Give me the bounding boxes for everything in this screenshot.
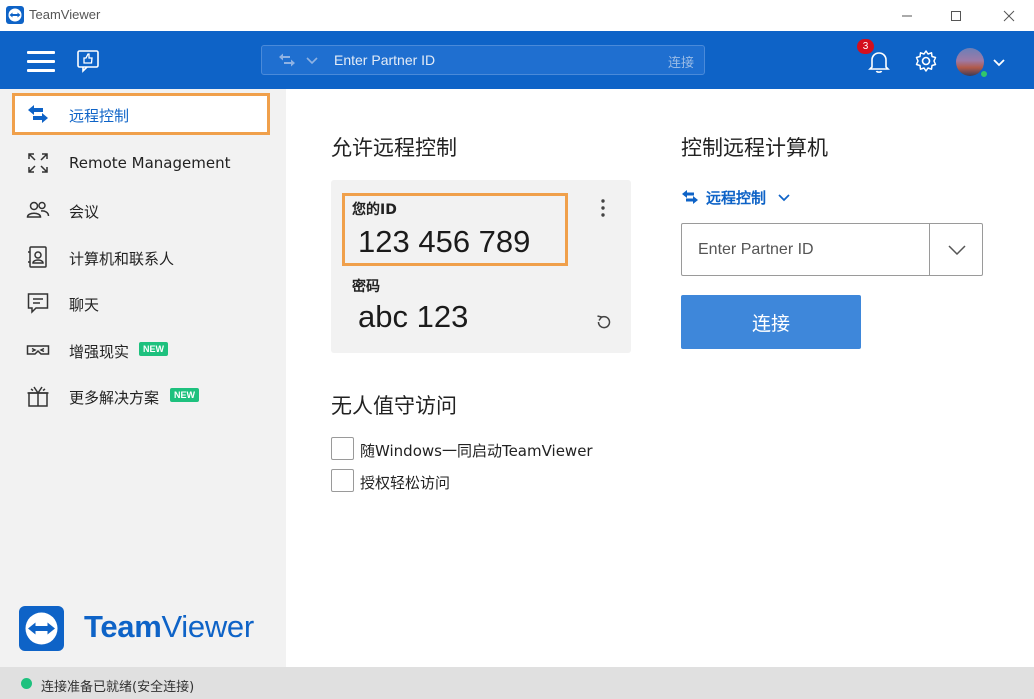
arrows-exchange-icon[interactable]	[278, 53, 296, 67]
sidebar-item-label: 计算机和联系人	[69, 250, 175, 268]
chat-icon	[27, 293, 49, 314]
title-bar: TeamViewer	[0, 0, 1034, 31]
online-status-icon	[979, 69, 989, 79]
sidebar-item-remote-control[interactable]: 远程控制	[12, 93, 270, 135]
sidebar-item-label: 增强现实	[69, 343, 130, 361]
allow-remote-title: 允许远程控制	[331, 136, 457, 160]
teamviewer-logo-icon	[6, 6, 24, 24]
search-connect-button[interactable]: 连接	[668, 52, 694, 71]
chevron-down-icon[interactable]	[948, 244, 966, 256]
status-indicator-icon	[21, 678, 32, 689]
sidebar-item-label: Remote Management	[69, 154, 231, 172]
control-remote-title: 控制远程计算机	[681, 136, 828, 160]
chevron-down-icon[interactable]	[993, 57, 1005, 67]
new-badge: NEW	[170, 388, 199, 402]
teamviewer-logo-icon	[19, 606, 64, 651]
partner-id-search: 连接	[261, 45, 705, 75]
close-button[interactable]	[986, 0, 1032, 31]
gift-icon	[27, 386, 49, 407]
chevron-down-icon	[778, 194, 790, 202]
contact-card-icon	[28, 246, 47, 268]
more-options-icon[interactable]	[596, 198, 610, 218]
maximize-icon	[951, 10, 961, 21]
start-with-windows-option[interactable]: 随Windows一同启动TeamViewer	[331, 437, 631, 461]
partner-id-input[interactable]	[698, 224, 928, 275]
minimize-icon	[902, 15, 912, 16]
unattended-access-title: 无人值守访问	[331, 394, 457, 418]
arrows-exchange-icon	[682, 190, 698, 204]
app-header: 连接 3	[0, 31, 1034, 89]
close-icon	[1003, 10, 1015, 21]
window-title: TeamViewer	[29, 7, 101, 22]
divider	[929, 224, 930, 275]
sidebar-item-remote-management[interactable]: Remote Management	[12, 142, 270, 184]
people-icon	[26, 201, 50, 218]
start-with-windows-checkbox[interactable]	[331, 437, 354, 460]
sidebar-item-chat[interactable]: 聊天	[12, 282, 270, 324]
sidebar: 远程控制 Remote Management 会议 计算机和联系人 聊天 增强现…	[0, 89, 286, 667]
bell-icon[interactable]	[868, 50, 890, 74]
sidebar-item-label: 聊天	[69, 296, 100, 314]
ar-glasses-icon	[26, 345, 50, 355]
connect-button[interactable]: 连接	[681, 295, 861, 349]
your-id-value: 123 456 789	[358, 224, 531, 259]
sidebar-item-meeting[interactable]: 会议	[12, 189, 270, 231]
sidebar-item-label: 会议	[69, 203, 100, 221]
connection-mode-dropdown[interactable]: 远程控制	[681, 186, 811, 208]
password-label: 密码	[352, 279, 380, 295]
minimize-button[interactable]	[884, 0, 930, 31]
easy-access-option[interactable]: 授权轻松访问	[331, 469, 631, 493]
sidebar-item-augmented-reality[interactable]: 增强现实 NEW	[12, 329, 270, 371]
maximize-button[interactable]	[933, 0, 979, 31]
expand-arrows-icon	[28, 153, 48, 173]
arrows-exchange-icon	[28, 105, 48, 123]
menu-icon[interactable]	[27, 51, 55, 73]
chevron-down-icon[interactable]	[306, 55, 318, 65]
sidebar-item-more-solutions[interactable]: 更多解决方案 NEW	[12, 375, 270, 417]
brand-wordmark: TeamViewer	[84, 609, 254, 644]
gear-icon[interactable]	[914, 49, 938, 73]
status-text: 连接准备已就绪(安全连接)	[41, 680, 195, 695]
partner-id-combobox	[681, 223, 983, 276]
sidebar-item-label: 远程控制	[69, 107, 130, 125]
status-bar: 连接准备已就绪(安全连接)	[0, 667, 1034, 699]
checkbox-label: 随Windows一同启动TeamViewer	[360, 442, 593, 460]
search-input[interactable]	[334, 46, 654, 74]
your-id-label: 您的ID	[352, 202, 397, 218]
password-value: abc 123	[358, 299, 469, 334]
refresh-icon[interactable]	[594, 312, 614, 332]
checkbox-label: 授权轻松访问	[360, 474, 451, 492]
new-badge: NEW	[139, 342, 168, 356]
connection-mode-label: 远程控制	[706, 189, 767, 207]
sidebar-item-computers-contacts[interactable]: 计算机和联系人	[12, 236, 270, 278]
feedback-icon[interactable]	[76, 49, 100, 73]
easy-access-checkbox[interactable]	[331, 469, 354, 492]
sidebar-item-label: 更多解决方案	[69, 389, 160, 407]
